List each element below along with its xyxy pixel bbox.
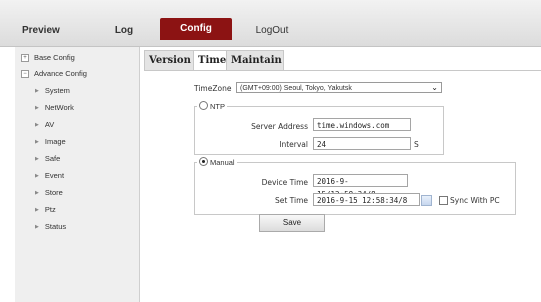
device-time-field: 2016-9-15/12:58:34/8 (313, 174, 408, 199)
timezone-value: (GMT+09:00) Seoul, Tokyo, Yakutsk (240, 85, 352, 92)
timezone-select[interactable]: (GMT+09:00) Seoul, Tokyo, Yakutsk ⌄ (236, 82, 442, 93)
sidebar-item-label: Safe (44, 154, 61, 163)
tab-divider (144, 70, 541, 71)
expand-icon[interactable]: + (21, 54, 29, 63)
sidebar-item-label: Base Config (34, 53, 75, 62)
sidebar-item-label: Ptz (44, 205, 56, 214)
nav-config[interactable]: Config (160, 18, 232, 40)
server-address-field[interactable]: time.windows.com (313, 118, 411, 131)
timezone-label: TimeZone (194, 84, 232, 93)
sidebar-item-image[interactable]: ▶ Image (35, 135, 66, 148)
chevron-right-icon: ▶ (35, 172, 39, 179)
sidebar-item-event[interactable]: ▶ Event (35, 169, 64, 182)
sidebar-item-base-config[interactable]: + Base Config (21, 51, 75, 64)
server-address-label: Server Address (251, 122, 308, 131)
nav-logout[interactable]: LogOut (250, 22, 294, 40)
device-time-label: Device Time (261, 178, 308, 187)
tab-version[interactable]: Version (144, 50, 194, 70)
sync-with-pc-label: Sync With PC (450, 196, 500, 205)
sidebar-item-advance-config[interactable]: − Advance Config (21, 67, 87, 80)
sidebar-item-label: Advance Config (34, 69, 87, 78)
nav-preview[interactable]: Preview (22, 22, 72, 40)
manual-radio[interactable] (199, 157, 208, 166)
interval-unit: S (414, 140, 419, 149)
chevron-right-icon: ▶ (35, 87, 39, 94)
sync-with-pc-checkbox[interactable] (439, 196, 448, 205)
nav-log[interactable]: Log (111, 22, 137, 40)
sidebar-item-safe[interactable]: ▶ Safe (35, 152, 60, 165)
sidebar-item-av[interactable]: ▶ AV (35, 118, 54, 131)
sidebar: + Base Config − Advance Config ▶ System ▶ Ne… (15, 47, 140, 302)
ntp-legend: NTP (197, 101, 227, 111)
sidebar-item-ptz[interactable]: ▶ Ptz (35, 203, 56, 216)
sidebar-item-network[interactable]: ▶ NetWork (35, 101, 74, 114)
sidebar-item-label: Event (44, 171, 65, 180)
set-time-label: Set Time (274, 196, 308, 205)
sidebar-item-label: Image (44, 137, 66, 146)
chevron-right-icon: ▶ (35, 121, 39, 128)
sidebar-item-label: Store (44, 188, 63, 197)
chevron-down-icon: ⌄ (431, 83, 438, 92)
sidebar-item-system[interactable]: ▶ System (35, 84, 70, 97)
chevron-right-icon: ▶ (35, 223, 39, 230)
manual-legend: Manual (197, 157, 237, 167)
interval-field[interactable]: 24 (313, 137, 411, 150)
set-time-field[interactable]: 2016-9-15 12:58:34/8 (313, 193, 420, 206)
chevron-right-icon: ▶ (35, 155, 39, 162)
chevron-right-icon: ▶ (35, 138, 39, 145)
sidebar-item-label: NetWork (44, 103, 74, 112)
top-nav-bar: Preview Log Config LogOut (0, 0, 541, 47)
sidebar-item-store[interactable]: ▶ Store (35, 186, 63, 199)
tab-maintain[interactable]: Maintain (226, 50, 284, 70)
sidebar-item-status[interactable]: ▶ Status (35, 220, 66, 233)
ntp-label: NTP (210, 102, 225, 111)
chevron-right-icon: ▶ (35, 189, 39, 196)
save-button[interactable]: Save (259, 214, 325, 232)
chevron-right-icon: ▶ (35, 206, 39, 213)
sidebar-item-label: AV (44, 120, 55, 129)
sidebar-item-label: Status (44, 222, 67, 231)
sidebar-item-label: System (44, 86, 70, 95)
calendar-icon[interactable] (421, 195, 432, 206)
ntp-radio[interactable] (199, 101, 208, 110)
manual-label: Manual (210, 158, 235, 167)
chevron-right-icon: ▶ (35, 104, 39, 111)
collapse-icon[interactable]: − (21, 70, 29, 79)
interval-label: Interval (279, 140, 308, 149)
